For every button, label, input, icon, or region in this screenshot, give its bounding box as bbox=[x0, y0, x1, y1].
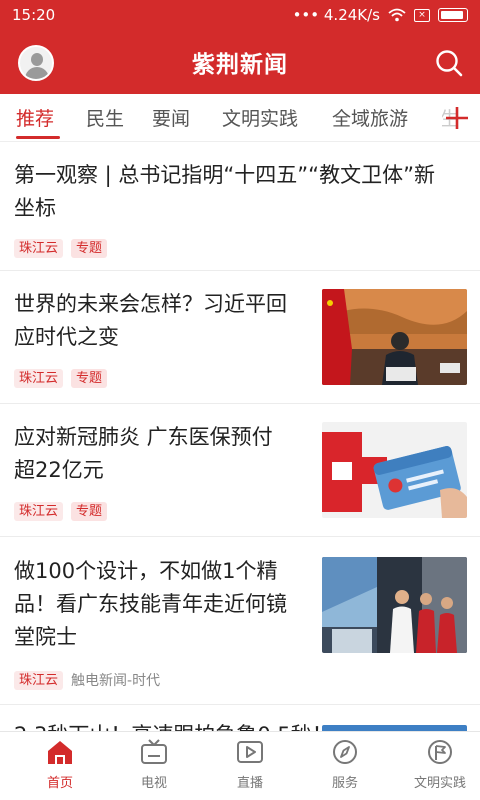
tab-fade bbox=[418, 94, 442, 140]
news-item[interactable]: 第一观察 | 总书记指明“十四五”“教文卫体”新 坐标 珠江云 专题 bbox=[0, 143, 480, 271]
news-feed: 第一观察 | 总书记指明“十四五”“教文卫体”新 坐标 珠江云 专题 世界的未来… bbox=[0, 143, 480, 731]
tab-headlines[interactable]: 要闻 bbox=[152, 104, 190, 131]
home-icon bbox=[48, 741, 72, 764]
news-title: 第一观察 | 总书记指明“十四五”“教文卫体”新 坐标 bbox=[14, 163, 435, 220]
user-avatar-icon[interactable] bbox=[18, 45, 54, 81]
news-meta: 珠江云 专题 bbox=[14, 502, 108, 521]
live-video-icon bbox=[237, 741, 263, 763]
speech-photo bbox=[322, 289, 467, 385]
nav-tv-label: 电视 bbox=[140, 776, 167, 791]
status-indicators: ••• 4.24K/s × bbox=[293, 6, 468, 24]
news-meta: 珠江云 专题 bbox=[14, 239, 108, 258]
nav-home[interactable]: 首页 bbox=[20, 738, 100, 791]
sim-icon: × bbox=[414, 8, 430, 22]
nav-civilization[interactable]: 文明实践 bbox=[400, 738, 480, 791]
tv-icon bbox=[141, 739, 167, 764]
category-tabs: 推荐 民生 要闻 文明实践 全域旅游 生 bbox=[0, 94, 480, 142]
status-bar: 15:20 ••• 4.24K/s × bbox=[0, 0, 480, 30]
source-tag: 珠江云 bbox=[14, 502, 64, 521]
news-item[interactable]: 2.3秒下山！高速跟拍急鲁0.5秒！ bbox=[0, 705, 480, 731]
source-tag: 珠江云 bbox=[14, 369, 64, 388]
news-title: 世界的未来会怎样？习近平回 应时代之变 bbox=[14, 292, 287, 349]
tab-civilization-practice[interactable]: 文明实践 bbox=[222, 104, 298, 131]
source-tag: 珠江云 bbox=[14, 670, 64, 690]
status-time: 15:20 bbox=[12, 6, 56, 24]
compass-icon bbox=[333, 740, 357, 764]
medical-card-photo bbox=[322, 422, 467, 518]
news-item[interactable]: 世界的未来会怎样？习近平回 应时代之变 珠江云 专题 bbox=[0, 271, 480, 404]
battery-icon bbox=[438, 8, 468, 22]
bottom-navigation: 首页 电视 直播 服务 文明实践 bbox=[0, 731, 480, 800]
search-icon[interactable] bbox=[434, 48, 464, 78]
news-title: 2.3秒下山！高速跟拍急鲁0.5秒！ bbox=[14, 719, 333, 731]
tab-recommend[interactable]: 推荐 bbox=[16, 104, 54, 131]
nav-tv[interactable]: 电视 bbox=[114, 738, 194, 791]
topic-badge: 专题 bbox=[71, 502, 108, 521]
news-title: 做100个设计，不如做1个精 品！看广东技能青年走近何镜 堂院士 bbox=[14, 559, 287, 649]
news-item[interactable]: 做100个设计，不如做1个精 品！看广东技能青年走近何镜 堂院士 珠江云 触电新… bbox=[0, 537, 480, 705]
app-header: 紫荆新闻 bbox=[0, 30, 480, 94]
plus-icon[interactable] bbox=[444, 102, 470, 132]
app-screen: 15:20 ••• 4.24K/s × 紫荆新闻 推荐 民生 要闻 文明实践 全… bbox=[0, 0, 480, 800]
nav-services[interactable]: 服务 bbox=[305, 738, 385, 791]
nav-home-label: 首页 bbox=[46, 776, 73, 791]
news-thumbnail bbox=[322, 289, 467, 385]
page-title: 紫荆新闻 bbox=[192, 52, 288, 78]
topic-badge: 专题 bbox=[71, 369, 108, 388]
source-tag: 珠江云 bbox=[14, 239, 64, 258]
wifi-icon bbox=[388, 8, 406, 22]
nav-live-label: 直播 bbox=[236, 776, 263, 791]
tab-tourism[interactable]: 全域旅游 bbox=[332, 104, 408, 131]
flag-icon bbox=[428, 740, 452, 764]
nav-services-label: 服务 bbox=[331, 776, 358, 791]
exhibition-photo bbox=[322, 557, 467, 653]
active-tab-indicator bbox=[16, 136, 60, 139]
news-thumbnail bbox=[322, 557, 467, 653]
network-speed: ••• 4.24K/s bbox=[292, 6, 380, 24]
news-meta: 珠江云 专题 bbox=[14, 369, 108, 388]
news-item[interactable]: 应对新冠肺炎 广东医保预付 超22亿元 珠江云 专题 bbox=[0, 404, 480, 537]
topic-badge: 专题 bbox=[71, 239, 108, 258]
news-thumbnail bbox=[322, 422, 467, 518]
news-meta: 珠江云 触电新闻-时代 bbox=[14, 670, 160, 690]
nav-live[interactable]: 直播 bbox=[210, 738, 290, 791]
news-source: 触电新闻-时代 bbox=[71, 673, 161, 689]
tab-livelihood[interactable]: 民生 bbox=[86, 104, 124, 131]
news-title: 应对新冠肺炎 广东医保预付 超22亿元 bbox=[14, 425, 273, 482]
nav-civilization-label: 文明实践 bbox=[413, 776, 466, 791]
